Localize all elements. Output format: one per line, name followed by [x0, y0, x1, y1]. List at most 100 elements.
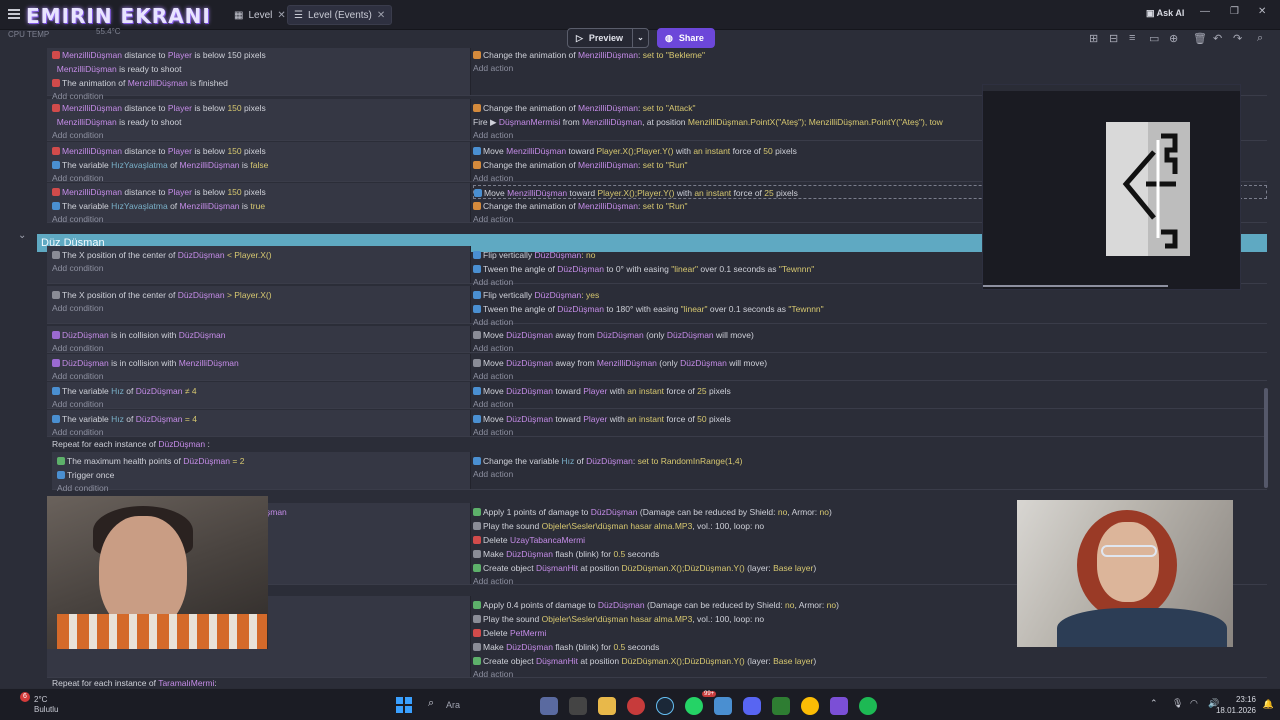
action-line[interactable]: Create object DüşmanHit at position DüzD…: [473, 654, 1267, 668]
add-condition-link[interactable]: Add condition: [52, 129, 465, 142]
folder-icon[interactable]: [598, 697, 616, 715]
condition-line[interactable]: Trigger once: [57, 468, 465, 482]
close-icon[interactable]: ✕: [277, 10, 285, 21]
conditions[interactable]: MenzilliDüşman distance to Player is bel…: [47, 99, 471, 140]
add-group-icon[interactable]: ≡: [1129, 32, 1135, 44]
file-icon[interactable]: [569, 697, 587, 715]
action-line[interactable]: Move DüzDüşman toward Player with an ins…: [473, 384, 1267, 398]
conditions[interactable]: MenzilliDüşman distance to Player is bel…: [47, 142, 471, 183]
gdevelop-icon[interactable]: [830, 697, 848, 715]
scrollbar[interactable]: [1264, 388, 1268, 488]
actions[interactable]: Move DüzDüşman toward Player with an ins…: [473, 382, 1267, 409]
spotify-icon[interactable]: [859, 697, 877, 715]
whatsapp-icon[interactable]: [685, 697, 703, 715]
condition-line[interactable]: MenzilliDüşman distance to Player is bel…: [52, 48, 465, 62]
add-icon[interactable]: ⊕: [1169, 32, 1178, 45]
actions[interactable]: Move DüzDüşman toward Player with an ins…: [473, 410, 1267, 439]
add-action-link[interactable]: Add action: [473, 468, 1267, 481]
conditions[interactable]: MenzilliDüşman distance to Player is bel…: [47, 183, 471, 224]
add-condition-link[interactable]: Add condition: [52, 213, 465, 226]
tray-chevron-icon[interactable]: ⌃: [1150, 698, 1158, 709]
condition-line[interactable]: MenzilliDüşman is ready to shoot: [52, 62, 465, 76]
actions[interactable]: Change the variable Hız of DüzDüşman: se…: [473, 452, 1267, 489]
action-line[interactable]: Move DüzDüşman toward Player with an ins…: [473, 412, 1267, 426]
search-icon[interactable]: ⌕: [1257, 32, 1263, 45]
app-icon[interactable]: [540, 697, 558, 715]
preview-button[interactable]: ▷ Preview ⌄: [567, 28, 649, 48]
repeat-for-each-header[interactable]: Repeat for each instance of TaramalıMerm…: [52, 678, 217, 688]
event-row[interactable]: DüzDüşman is in collision with DüzDüşman…: [47, 326, 1267, 353]
event-row[interactable]: The X position of the center of DüzDüşma…: [47, 286, 1267, 327]
add-event-icon[interactable]: ⊞: [1089, 32, 1098, 45]
settings-icon[interactable]: [714, 697, 732, 715]
opera-icon[interactable]: [627, 697, 645, 715]
bell-icon[interactable]: 🔔: [1263, 699, 1274, 710]
add-action-link[interactable]: Add action: [473, 62, 1267, 75]
window-close-icon[interactable]: ✕: [1258, 6, 1266, 17]
action-line[interactable]: Move DüzDüşman away from MenzilliDüşman …: [473, 356, 1267, 370]
chevron-down-icon[interactable]: ⌄: [18, 230, 26, 241]
add-subevent-icon[interactable]: ⊟: [1109, 32, 1118, 45]
discord-icon[interactable]: [743, 697, 761, 715]
share-button[interactable]: ◍ Share: [657, 28, 715, 48]
condition-line[interactable]: MenzilliDüşman distance to Player is bel…: [52, 144, 465, 158]
event-row[interactable]: The maximum health points of DüzDüşman =…: [52, 452, 1267, 493]
condition-line[interactable]: The variable Hız of DüzDüşman ≠ 4: [52, 384, 465, 398]
conditions[interactable]: MenzilliDüşman distance to Player is bel…: [47, 48, 471, 101]
actions[interactable]: Flip vertically DüzDüşman: yes Tween the…: [473, 286, 1267, 327]
condition-line[interactable]: The X position of the center of DüzDüşma…: [52, 288, 465, 302]
repeat-for-each-header[interactable]: Repeat for each instance of DüzDüşman :: [52, 439, 210, 449]
weather-widget[interactable]: 2°C Bulutlu: [34, 695, 58, 715]
tab-level-events[interactable]: ☰ Level (Events) ✕: [287, 5, 393, 25]
action-line[interactable]: Change the animation of MenzilliDüşman: …: [473, 48, 1267, 62]
action-line[interactable]: Move DüzDüşman away from DüzDüşman (only…: [473, 328, 1267, 342]
conditions[interactable]: The variable Hız of DüzDüşman = 4 Add co…: [47, 410, 471, 439]
clock[interactable]: 23:16 18.01.2026: [1216, 694, 1256, 716]
action-line[interactable]: Change the variable Hız of DüzDüşman: se…: [473, 454, 1267, 468]
undo-icon[interactable]: ↶: [1213, 32, 1222, 45]
conditions[interactable]: DüzDüşman is in collision with MenzilliD…: [47, 354, 471, 381]
conditions[interactable]: The X position of the center of DüzDüşma…: [47, 246, 471, 283]
condition-line[interactable]: MenzilliDüşman distance to Player is bel…: [52, 101, 465, 115]
taskbar-search[interactable]: Ara: [422, 696, 532, 714]
minimize-icon[interactable]: —: [1200, 6, 1210, 17]
add-action-link[interactable]: Add action: [473, 668, 1267, 681]
comment-icon[interactable]: ▭: [1149, 32, 1159, 45]
condition-line[interactable]: The variable HızYavaşlatma of MenzilliDü…: [52, 199, 465, 213]
chrome-icon[interactable]: [801, 697, 819, 715]
add-condition-link[interactable]: Add condition: [52, 262, 465, 275]
add-condition-link[interactable]: Add condition: [52, 426, 465, 439]
condition-line[interactable]: MenzilliDüşman distance to Player is bel…: [52, 185, 465, 199]
event-row[interactable]: The variable Hız of DüzDüşman = 4 Add co…: [47, 410, 1267, 437]
ask-ai-button[interactable]: ▣ Ask AI: [1146, 8, 1184, 19]
actions[interactable]: Move DüzDüşman away from DüzDüşman (only…: [473, 326, 1267, 353]
delete-icon[interactable]: 🗑: [1193, 32, 1207, 45]
add-condition-link[interactable]: Add condition: [52, 302, 465, 315]
conditions[interactable]: DüzDüşman is in collision with DüzDüşman…: [47, 326, 471, 353]
action-line[interactable]: Flip vertically DüzDüşman: yes: [473, 288, 1267, 302]
menu-icon[interactable]: [8, 9, 20, 19]
condition-line[interactable]: DüzDüşman is in collision with MenzilliD…: [52, 356, 465, 370]
condition-line[interactable]: The variable HızYavaşlatma of MenzilliDü…: [52, 158, 465, 172]
add-action-link[interactable]: Add action: [473, 426, 1267, 439]
chevron-down-icon[interactable]: ⌄: [632, 29, 648, 47]
tab-level[interactable]: ▦ Level ✕: [228, 5, 292, 25]
maximize-icon[interactable]: ❐: [1230, 6, 1239, 17]
conditions[interactable]: The variable Hız of DüzDüşman ≠ 4 Add co…: [47, 382, 471, 409]
condition-line[interactable]: DüzDüşman is in collision with DüzDüşman: [52, 328, 465, 342]
wifi-icon[interactable]: ◠: [1190, 698, 1198, 709]
app-icon[interactable]: [772, 697, 790, 715]
actions[interactable]: Move DüzDüşman away from MenzilliDüşman …: [473, 354, 1267, 381]
add-condition-link[interactable]: Add condition: [57, 482, 465, 495]
conditions[interactable]: The X position of the center of DüzDüşma…: [47, 286, 471, 323]
conditions[interactable]: The maximum health points of DüzDüşman =…: [52, 452, 471, 493]
windows-start-icon[interactable]: [396, 697, 412, 713]
event-row[interactable]: DüzDüşman is in collision with MenzilliD…: [47, 354, 1267, 381]
condition-line[interactable]: The animation of MenzilliDüşman is finis…: [52, 76, 465, 90]
microphone-icon[interactable]: 🎙: [1172, 698, 1183, 709]
condition-line[interactable]: The maximum health points of DüzDüşman =…: [57, 454, 465, 468]
condition-line[interactable]: MenzilliDüşman is ready to shoot: [52, 115, 465, 129]
action-line[interactable]: Tween the angle of DüzDüşman to 180° wit…: [473, 302, 1267, 316]
steam-icon[interactable]: [656, 697, 674, 715]
condition-line[interactable]: The X position of the center of DüzDüşma…: [52, 248, 465, 262]
